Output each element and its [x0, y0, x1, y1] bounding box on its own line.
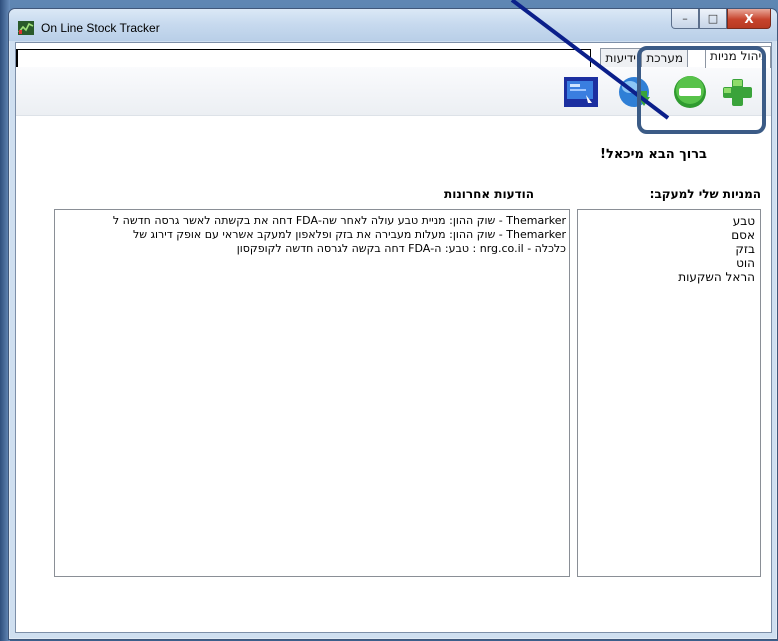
toolbar-highlight-annotation — [637, 46, 766, 134]
my-stocks-header: המניות שלי למעקב: — [649, 187, 761, 201]
window-title: On Line Stock Tracker — [41, 21, 160, 35]
recent-news-header: הודעות אחרונות — [444, 187, 534, 201]
news-item[interactable]: Themarker - שוק ההון: מניית טבע עולה לאח… — [58, 214, 566, 228]
maximize-button[interactable]: □ — [699, 9, 727, 29]
close-button[interactable]: X — [727, 9, 771, 29]
list-item[interactable]: הוט — [583, 256, 755, 270]
news-list[interactable]: Themarker - שוק ההון: מניית טבע עולה לאח… — [54, 209, 570, 577]
title-bar[interactable]: On Line Stock Tracker – □ X — [9, 9, 777, 41]
list-item[interactable]: בזק — [583, 242, 755, 256]
tab-strip-frame — [16, 49, 591, 68]
stock-chart-app-icon — [18, 21, 34, 35]
minimize-button[interactable]: – — [671, 9, 699, 29]
tab-news-label: ידיעות — [605, 51, 636, 65]
list-item[interactable]: הראל השקעות — [583, 270, 755, 284]
presentation-button[interactable] — [562, 73, 600, 111]
maximize-icon: □ — [707, 12, 719, 25]
stock-list[interactable]: טבע אסם בזק הוט הראל השקעות — [577, 209, 761, 577]
news-item[interactable]: כלכלה - nrg.co.il : טבע: ה-FDA דחה בקשה … — [58, 242, 566, 256]
tab-news[interactable]: ידיעות — [600, 48, 641, 67]
minimize-icon: – — [682, 12, 688, 25]
list-item[interactable]: טבע — [583, 214, 755, 228]
welcome-message: ברוך הבא מיכאל! — [600, 147, 707, 162]
news-item[interactable]: Themarker - שוק ההון: מעלות מעבירה את בז… — [58, 228, 566, 242]
close-icon: X — [744, 11, 754, 26]
list-item[interactable]: אסם — [583, 228, 755, 242]
window-controls: – □ X — [671, 9, 771, 29]
screen-icon — [564, 77, 598, 107]
